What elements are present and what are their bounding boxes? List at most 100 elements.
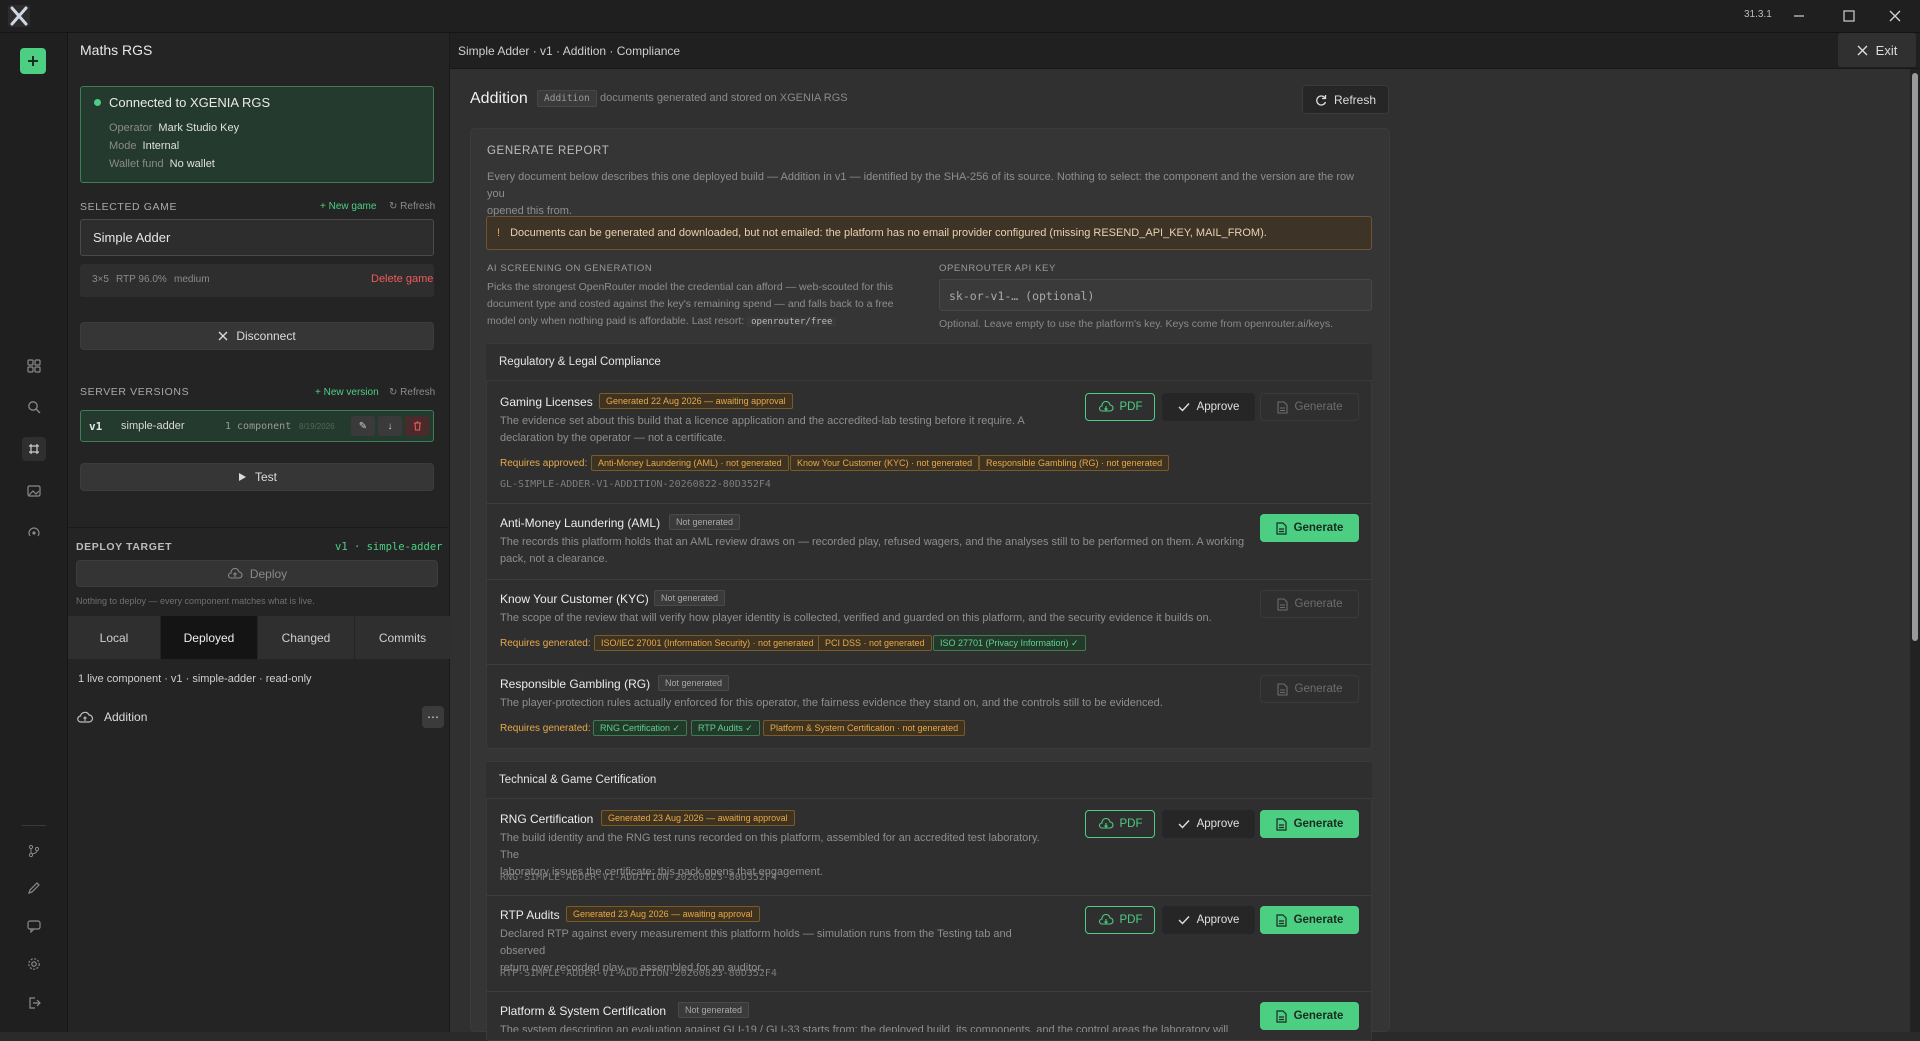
- tab-local[interactable]: Local: [68, 616, 160, 659]
- chat-icon[interactable]: [22, 914, 46, 938]
- component-row-addition[interactable]: Addition ⋯: [68, 698, 450, 735]
- generate-button[interactable]: Generate: [1260, 514, 1359, 542]
- req-badge: Responsible Gambling (RG) · not generate…: [979, 455, 1170, 471]
- game-select[interactable]: Simple Adder: [80, 219, 434, 256]
- generate-button[interactable]: Generate: [1260, 675, 1359, 703]
- edit-version-icon[interactable]: ✎: [351, 416, 375, 436]
- deploy-button[interactable]: Deploy: [76, 560, 438, 587]
- image-icon[interactable]: [22, 479, 46, 503]
- tab-changed[interactable]: Changed: [258, 616, 354, 659]
- check-icon: [1178, 403, 1190, 412]
- minimize-icon[interactable]: [1788, 6, 1810, 26]
- rail-divider: [22, 825, 46, 826]
- grid-icon[interactable]: [22, 354, 46, 378]
- generate-button[interactable]: Generate: [1260, 393, 1359, 421]
- pdf-label: PDF: [1119, 401, 1143, 413]
- req-badge: Platform & System Certification · not ge…: [763, 720, 966, 736]
- pdf-button[interactable]: PDF: [1085, 810, 1155, 838]
- nav-rail: [0, 33, 68, 1032]
- exit-button[interactable]: Exit: [1838, 33, 1916, 67]
- approve-button[interactable]: Approve: [1162, 906, 1255, 934]
- generate-label: Generate: [1293, 522, 1344, 534]
- rtp-status: Generated 23 Aug 2026 — awaiting approva…: [566, 906, 760, 922]
- row-divider: [486, 579, 1372, 580]
- game-select-value: Simple Adder: [93, 230, 171, 245]
- tab-deployed[interactable]: Deployed: [161, 616, 257, 659]
- sidebar-title: Maths RGS: [80, 42, 153, 58]
- refresh-button[interactable]: Refresh: [1302, 85, 1389, 114]
- version-row[interactable]: v1 simple-adder 1 component 8/19/2026 ✎ …: [80, 410, 434, 442]
- api-key-placeholder: sk-or-v1-… (optional): [949, 289, 1095, 303]
- approve-button[interactable]: Approve: [1162, 810, 1255, 838]
- row-divider: [486, 664, 1372, 665]
- refresh-games-link[interactable]: ↻ Refresh: [389, 201, 435, 212]
- generate-label: Generate: [1293, 1010, 1344, 1022]
- maximize-icon[interactable]: [1838, 6, 1860, 26]
- generate-label: Generate: [1294, 401, 1343, 413]
- gaming-licenses-status: Generated 22 Aug 2026 — awaiting approva…: [599, 393, 793, 409]
- row-divider: [486, 895, 1372, 896]
- test-button[interactable]: Test: [80, 463, 434, 491]
- podcast-icon[interactable]: [22, 521, 46, 545]
- refresh-icon: [1316, 94, 1327, 106]
- aml-status: Not generated: [669, 514, 741, 530]
- test-label: Test: [254, 470, 277, 484]
- close-window-icon[interactable]: [1884, 6, 1906, 26]
- branch-icon[interactable]: [22, 839, 46, 863]
- app-logo-icon: [8, 5, 30, 27]
- delete-game-link[interactable]: Delete game: [371, 273, 433, 285]
- generate-button[interactable]: Generate: [1260, 906, 1359, 934]
- req-badge: Know Your Customer (KYC) · not generated: [790, 455, 980, 471]
- gaming-licenses-req-label: Requires approved:: [500, 458, 588, 469]
- document-icon: [1276, 597, 1288, 611]
- new-game-link[interactable]: + New game: [320, 201, 376, 212]
- logout-icon[interactable]: [22, 991, 46, 1015]
- rg-req-label: Requires generated:: [500, 723, 591, 734]
- api-key-input[interactable]: sk-or-v1-… (optional): [939, 279, 1372, 311]
- generate-button[interactable]: Generate: [1260, 1002, 1359, 1030]
- refresh-versions-link[interactable]: ↻ Refresh: [389, 387, 435, 398]
- cloud-icon: [77, 711, 94, 723]
- operator-row: Operator Mark Studio Key: [109, 122, 240, 134]
- more-options-icon[interactable]: ⋯: [422, 706, 444, 728]
- generate-button[interactable]: Generate: [1260, 590, 1359, 618]
- search-icon[interactable]: [22, 395, 46, 419]
- page-subtitle: documents generated and stored on XGENIA…: [600, 92, 848, 104]
- mode-row: Mode Internal: [109, 140, 180, 152]
- deploy-target-label: DEPLOY TARGET: [76, 541, 173, 553]
- sidebar: Maths RGS Connected to XGENIA RGS Operat…: [68, 33, 450, 1032]
- gaming-licenses-title: Gaming Licenses: [500, 395, 593, 409]
- settings-icon[interactable]: [22, 952, 46, 976]
- download-version-icon[interactable]: ↓: [378, 416, 402, 436]
- ai-fallback-code: openrouter/free: [747, 317, 837, 327]
- report-intro: Every document below describes this one …: [487, 171, 1355, 217]
- row-divider: [486, 991, 1372, 992]
- section-technical: [486, 761, 1372, 1041]
- layers-icon[interactable]: [22, 437, 46, 461]
- pdf-button[interactable]: PDF: [1085, 906, 1155, 934]
- generate-button[interactable]: Generate: [1260, 810, 1359, 838]
- platform-desc: The system description an evaluation aga…: [500, 1024, 1229, 1032]
- rtp-title: RTP Audits: [500, 908, 560, 922]
- component-name: Addition: [104, 710, 148, 724]
- tab-commits[interactable]: Commits: [355, 616, 450, 659]
- approve-label: Approve: [1196, 401, 1240, 413]
- pdf-button[interactable]: PDF: [1085, 393, 1155, 421]
- cloud-download-icon: [1098, 401, 1113, 412]
- api-key-label: OPENROUTER API KEY: [939, 263, 1056, 274]
- new-version-link[interactable]: + New version: [315, 387, 379, 398]
- game-meta-bar: 3×5 RTP 96.0% medium Delete game: [80, 264, 434, 297]
- add-icon[interactable]: [20, 48, 46, 74]
- pen-icon[interactable]: [22, 876, 46, 900]
- cloud-upload-icon: [227, 567, 243, 579]
- generate-label: Generate: [1294, 683, 1343, 695]
- delete-version-icon[interactable]: [405, 416, 429, 436]
- document-icon: [1276, 682, 1288, 696]
- cloud-download-icon: [1098, 914, 1113, 925]
- disconnect-button[interactable]: Disconnect: [80, 322, 434, 350]
- ai-screening-label: AI SCREENING ON GENERATION: [487, 263, 653, 274]
- document-icon: [1276, 400, 1288, 414]
- approve-button[interactable]: Approve: [1162, 393, 1255, 421]
- scrollbar-thumb[interactable]: [1912, 73, 1918, 641]
- scrollbar[interactable]: [1910, 69, 1920, 1032]
